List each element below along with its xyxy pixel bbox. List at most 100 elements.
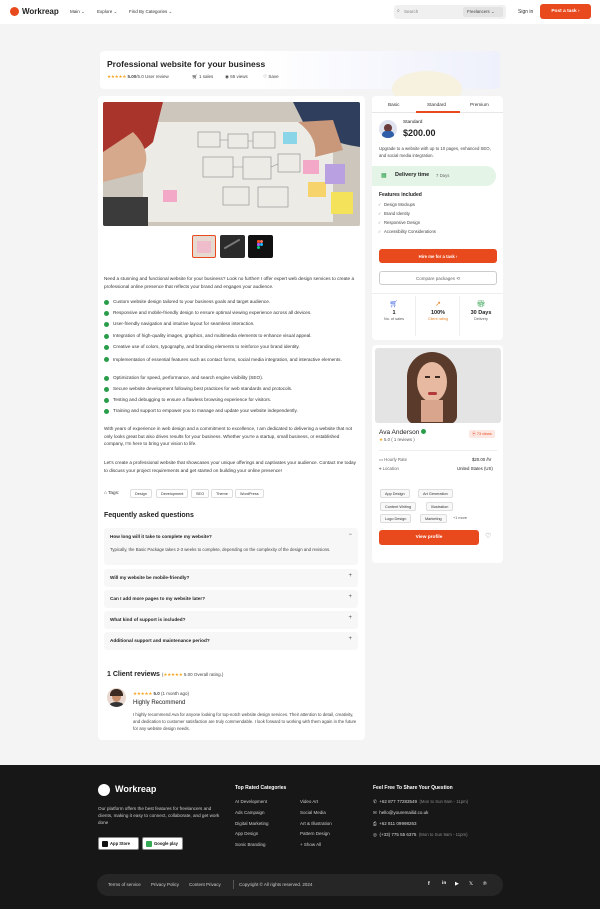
categories-heading: Top Rated Categories xyxy=(235,785,287,791)
skill-chip[interactable]: Marketing xyxy=(420,514,447,523)
tab-standard[interactable]: Standard xyxy=(427,102,446,107)
gallery-thumbnail[interactable] xyxy=(220,235,245,258)
review-title: Highly Recommend xyxy=(133,700,186,706)
more-skills-link[interactable]: +1 more xyxy=(453,516,467,520)
tag-chip[interactable]: Development xyxy=(156,489,189,498)
tag-icon: ⌂ xyxy=(104,490,107,495)
gallery-thumbnail[interactable] xyxy=(192,235,216,258)
faq-question[interactable]: Will my website be mobile-friendly? xyxy=(110,575,189,580)
contact-email[interactable]: ✉ hello@youremailid.co.uk xyxy=(373,810,428,816)
feature-item: Optimization for speed, performance, and… xyxy=(104,375,263,381)
nav-main[interactable]: Main ⌄ xyxy=(70,9,85,15)
facebook-icon[interactable]: f xyxy=(428,881,430,887)
terms-link[interactable]: Terms of service xyxy=(108,882,141,887)
chevron-down-icon: ⌄ xyxy=(81,9,85,14)
collapse-icon[interactable]: − xyxy=(348,532,352,538)
faq-item[interactable]: Can I add more pages to my website later… xyxy=(104,590,358,608)
search-scope-select[interactable]: Freelancers ⌄ xyxy=(463,7,503,17)
brand-logo-icon[interactable] xyxy=(98,784,110,796)
tag-chip[interactable]: Theme xyxy=(211,489,233,498)
category-link[interactable]: Art & Illustration xyxy=(300,821,332,826)
youtube-icon[interactable]: ▶ xyxy=(455,881,459,887)
contact-fax[interactable]: ⎙ +62 811 09998263 xyxy=(373,821,416,826)
faq-item[interactable]: Additional support and maintenance perio… xyxy=(104,632,358,650)
category-link[interactable]: App Design xyxy=(235,831,258,836)
footer-bottom-bar: Terms of service Privacy Policy Content … xyxy=(97,874,503,896)
contact-phone[interactable]: ✆ +62 877 77283549 (Mon to Sun 9am - 11p… xyxy=(373,799,468,805)
view-profile-button[interactable]: View profile xyxy=(379,530,479,545)
faq-heading: Fequently asked questions xyxy=(104,512,194,519)
heart-icon[interactable]: ♡ xyxy=(485,532,491,540)
package-name: Standard xyxy=(403,120,423,125)
faq-item[interactable]: What kind of support is included? + xyxy=(104,611,358,629)
category-link[interactable]: Pattern Design xyxy=(300,831,330,836)
category-link[interactable]: Ads Campaign xyxy=(235,810,265,815)
contact-whatsapp[interactable]: ◎ (+33) 775 55 6375 (Mon to Sun 9am - 11… xyxy=(373,832,468,838)
save-button[interactable]: ♡ Save xyxy=(263,74,279,80)
footer-brand-name[interactable]: Workreap xyxy=(115,784,156,794)
privacy-link[interactable]: Privacy Policy xyxy=(151,882,179,887)
wallet-icon: ▭ xyxy=(379,457,384,462)
linkedin-icon[interactable]: in xyxy=(442,881,446,886)
check-icon xyxy=(104,300,109,305)
show-all-categories-link[interactable]: + Show All xyxy=(300,842,321,847)
category-link[interactable]: Video Art xyxy=(300,799,318,804)
gallery-thumbnail[interactable] xyxy=(248,235,273,258)
tab-premium[interactable]: Premium xyxy=(470,102,489,107)
skill-chip[interactable]: Art Generation xyxy=(418,489,453,498)
skill-chip[interactable]: Illustration xyxy=(426,502,454,511)
tab-basic[interactable]: Basic xyxy=(388,102,399,107)
faq-question[interactable]: Can I add more pages to my website later… xyxy=(110,596,205,601)
tag-chip[interactable]: SEO xyxy=(191,489,210,498)
expand-icon[interactable]: + xyxy=(348,573,352,579)
skill-chip[interactable]: Logo Design xyxy=(380,514,412,523)
heart-icon: ♡ xyxy=(263,74,268,79)
sign-in-link[interactable]: Sign in xyxy=(518,9,533,15)
tags-label: ⌂ Tags: xyxy=(104,490,120,495)
page-title: Professional website for your business xyxy=(107,59,266,69)
faq-item[interactable]: Will my website be mobile-friendly? + xyxy=(104,569,358,587)
twitter-icon[interactable]: 𝕏 xyxy=(469,881,473,887)
post-task-button[interactable]: Post a task › xyxy=(540,4,591,19)
hire-me-button[interactable]: Hire me for a task › xyxy=(379,249,497,263)
skill-chip[interactable]: Content Writing xyxy=(380,502,417,511)
category-link[interactable]: Social Media xyxy=(300,810,326,815)
freelancer-name[interactable]: Ava Anderson xyxy=(379,429,427,436)
feature-item: Responsive and mobile-friendly design to… xyxy=(104,310,312,316)
hourly-rate-value: $20.00 /hr xyxy=(472,457,492,462)
google-play-badge[interactable]: Google play xyxy=(142,837,183,850)
category-link[interactable]: Digital Marketing xyxy=(235,821,269,826)
tag-chip[interactable]: Design xyxy=(130,489,152,498)
expand-icon[interactable]: + xyxy=(348,594,352,600)
compare-packages-button[interactable]: Compare packages ⟲ xyxy=(379,271,497,285)
brand-name[interactable]: Workreap xyxy=(22,7,59,16)
tag-chip[interactable]: WordPress xyxy=(235,489,264,498)
feature-item: Testing and debugging to ensure a flawle… xyxy=(104,397,271,403)
active-tab-indicator xyxy=(416,111,460,113)
search-input[interactable]: Search xyxy=(404,9,418,14)
faq-item-expanded[interactable]: How long will it take to complete my web… xyxy=(104,528,358,565)
faq-question[interactable]: Additional support and maintenance perio… xyxy=(110,638,210,643)
included-feature: Design Mockups xyxy=(378,202,415,207)
pinterest-icon[interactable]: ℗ xyxy=(483,881,487,887)
check-icon xyxy=(104,409,109,414)
feature-item: Custom website design tailored to your b… xyxy=(104,299,270,305)
rating-stars-icon: ★★★★★ xyxy=(107,74,127,79)
skill-chip[interactable]: App Design xyxy=(380,489,410,498)
expand-icon[interactable]: + xyxy=(348,636,352,642)
category-link[interactable]: AI Development xyxy=(235,799,267,804)
nav-find-by-categories[interactable]: Find By Categories ⌄ xyxy=(129,9,172,15)
brand-logo-icon[interactable] xyxy=(10,7,19,16)
app-store-badge[interactable]: App Store xyxy=(98,837,139,850)
expand-icon[interactable]: + xyxy=(348,615,352,621)
copyright: Copyright © All rights reserved. 2024 xyxy=(239,882,313,887)
eye-icon: ◉ xyxy=(225,74,229,79)
search-bar[interactable]: ⌕ Search Freelancers ⌄ xyxy=(394,5,506,19)
nav-explore[interactable]: Explore ⌄ xyxy=(97,9,117,15)
included-feature: Accessibility Considerations xyxy=(378,229,436,234)
faq-question[interactable]: What kind of support is included? xyxy=(110,617,186,622)
category-link[interactable]: Sonic Branding xyxy=(235,842,266,847)
content-privacy-link[interactable]: Content Privacy xyxy=(189,882,221,887)
faq-question[interactable]: How long will it take to complete my web… xyxy=(110,534,212,539)
feature-item: Creative use of colors, typography, and … xyxy=(104,344,300,350)
